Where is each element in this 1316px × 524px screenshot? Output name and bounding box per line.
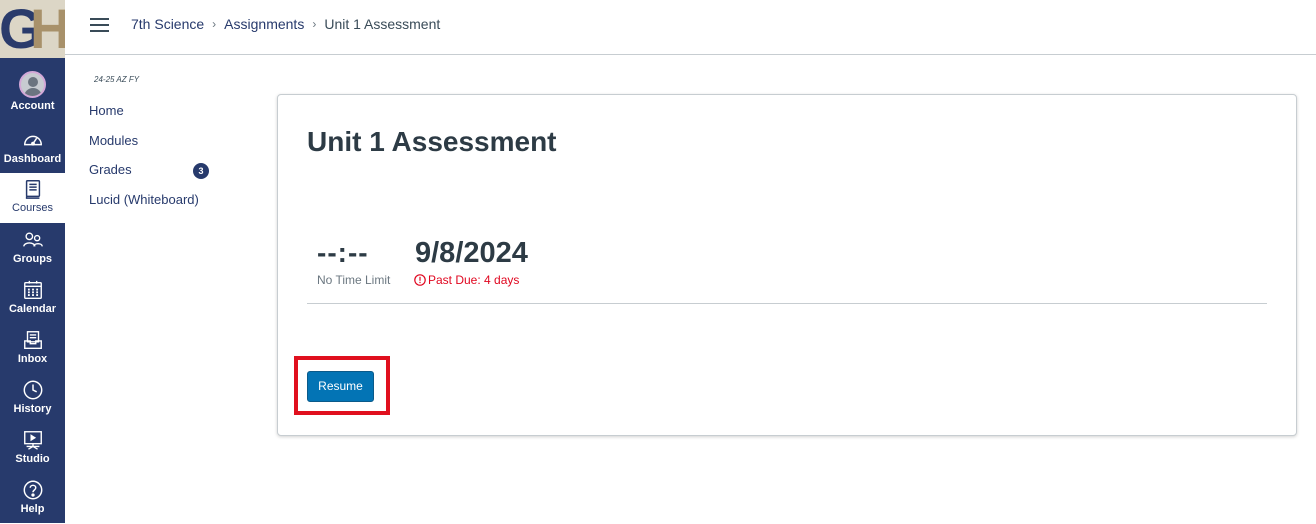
breadcrumb-separator-icon: › <box>312 17 317 31</box>
nav-courses[interactable]: Courses <box>0 173 65 223</box>
course-nav-lucid[interactable]: Lucid (Whiteboard) <box>89 192 199 222</box>
time-limit-label: No Time Limit <box>317 273 391 287</box>
logo-letter-h: H <box>30 0 65 58</box>
nav-history-label: History <box>13 403 52 415</box>
course-nav: Home Modules Grades 3 Lucid (Whiteboard) <box>89 103 209 222</box>
grades-count-badge: 3 <box>193 163 209 179</box>
nav-account[interactable]: Account <box>0 66 65 116</box>
course-nav-modules[interactable]: Modules <box>89 133 199 163</box>
global-nav: G H Account Dashboard Courses Groups Cal… <box>0 0 65 523</box>
nav-groups[interactable]: Groups <box>0 224 65 274</box>
nav-history[interactable]: History <box>0 374 65 424</box>
course-nav-grades[interactable]: Grades 3 <box>89 162 209 192</box>
nav-account-label: Account <box>10 100 55 112</box>
nav-dashboard[interactable]: Dashboard <box>0 124 65 174</box>
inbox-icon <box>23 331 42 349</box>
nav-dashboard-label: Dashboard <box>3 153 62 165</box>
course-nav-home[interactable]: Home <box>89 103 199 133</box>
nav-groups-label: Groups <box>12 253 53 265</box>
page-header: 7th Science › Assignments › Unit 1 Asses… <box>65 0 1316 55</box>
breadcrumb-course[interactable]: 7th Science <box>131 16 204 32</box>
breadcrumb-current: Unit 1 Assessment <box>324 16 441 32</box>
course-nav-grades-label: Grades <box>89 162 132 177</box>
nav-inbox[interactable]: Inbox <box>0 324 65 374</box>
school-logo[interactable]: G H <box>0 0 65 58</box>
breadcrumb: 7th Science › Assignments › Unit 1 Asses… <box>131 16 440 32</box>
clock-icon <box>23 380 42 400</box>
hamburger-menu-icon[interactable] <box>90 18 109 33</box>
breadcrumb-separator-icon: › <box>212 17 217 31</box>
dashboard-gauge-icon <box>23 135 42 146</box>
due-date-value: 9/8/2024 <box>415 237 528 269</box>
nav-studio-label: Studio <box>15 453 50 465</box>
account-avatar-icon <box>19 71 46 98</box>
groups-icon <box>22 232 43 247</box>
nav-inbox-label: Inbox <box>17 353 48 365</box>
nav-help-label: Help <box>20 503 45 515</box>
studio-icon <box>23 431 42 450</box>
page-title: Unit 1 Assessment <box>307 126 557 157</box>
book-icon <box>25 180 40 199</box>
breadcrumb-assignments[interactable]: Assignments <box>224 16 304 32</box>
past-due-text: Past Due: 4 days <box>428 273 520 287</box>
nav-calendar[interactable]: Calendar <box>0 274 65 324</box>
divider <box>307 303 1267 304</box>
assessment-card: Unit 1 Assessment --:-- No Time Limit 9/… <box>277 94 1297 436</box>
due-status: Past Due: 4 days <box>414 273 519 287</box>
nav-calendar-label: Calendar <box>8 303 57 315</box>
nav-courses-label: Courses <box>12 202 53 214</box>
help-icon <box>23 480 42 500</box>
warning-icon <box>414 274 426 286</box>
nav-help[interactable]: Help <box>0 474 65 524</box>
resume-button[interactable]: Resume <box>307 371 374 402</box>
calendar-icon <box>23 280 42 299</box>
course-term: 24-25 AZ FY <box>94 75 140 84</box>
nav-studio[interactable]: Studio <box>0 424 65 474</box>
time-limit-value: --:-- <box>317 237 369 268</box>
